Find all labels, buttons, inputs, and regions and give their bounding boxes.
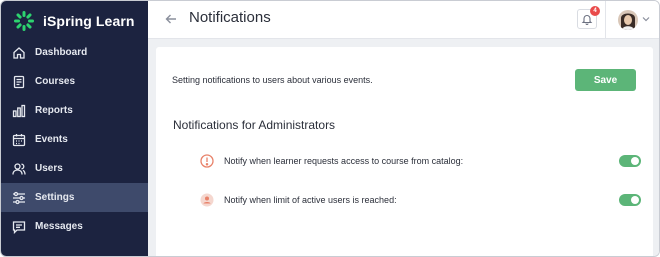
save-button[interactable]: Save	[575, 69, 636, 91]
page-title: Notifications	[189, 9, 271, 26]
user-avatar-image	[618, 10, 638, 30]
notification-label: Notify when limit of active users is rea…	[224, 195, 397, 205]
bar-chart-icon	[12, 104, 26, 118]
top-header: Notifications 4	[148, 1, 659, 39]
sidebar-item-events[interactable]: Events	[1, 125, 148, 154]
header-divider	[605, 1, 606, 39]
sliders-icon	[12, 191, 26, 205]
sidebar-item-reports[interactable]: Reports	[1, 96, 148, 125]
calendar-icon	[12, 133, 26, 147]
settings-card: Setting notifications to users about var…	[156, 47, 653, 256]
sidebar-item-settings[interactable]: Settings	[1, 183, 148, 212]
notification-count-badge: 4	[590, 6, 600, 16]
chevron-down-icon[interactable]	[642, 16, 650, 22]
main-content: Setting notifications to users about var…	[148, 39, 659, 256]
notifications-button[interactable]: 4	[577, 6, 600, 29]
sidebar-item-dashboard[interactable]: Dashboard	[1, 38, 148, 67]
toggle-knob	[631, 157, 639, 165]
app-window: iSpring Learn Dashboard Courses Reports	[0, 0, 660, 257]
sidebar-item-label: Dashboard	[35, 47, 88, 58]
page-description: Setting notifications to users about var…	[172, 75, 373, 85]
user-circle-icon	[200, 193, 214, 207]
users-icon	[12, 162, 26, 176]
arrow-left-icon[interactable]	[164, 12, 178, 26]
courses-icon	[12, 75, 26, 89]
sidebar-item-label: Courses	[35, 76, 76, 87]
brand[interactable]: iSpring Learn	[13, 10, 135, 32]
sidebar: iSpring Learn Dashboard Courses Reports	[1, 1, 148, 256]
exclamation-circle-icon	[200, 154, 214, 168]
notification-label: Notify when learner requests access to c…	[224, 156, 464, 166]
sidebar-item-users[interactable]: Users	[1, 154, 148, 183]
sidebar-item-label: Reports	[35, 105, 73, 116]
message-icon	[12, 220, 26, 234]
brand-name: iSpring Learn	[43, 13, 135, 29]
ispring-logo-icon	[14, 11, 34, 31]
sidebar-item-courses[interactable]: Courses	[1, 67, 148, 96]
home-icon	[12, 46, 26, 60]
notification-toggle-user-limit[interactable]	[619, 194, 641, 206]
sidebar-item-label: Messages	[35, 221, 83, 232]
section-title: Notifications for Administrators	[173, 118, 336, 132]
toggle-knob	[631, 196, 639, 204]
sidebar-nav: Dashboard Courses Reports Events Users S…	[1, 38, 148, 241]
sidebar-item-label: Users	[35, 163, 63, 174]
notification-row-user-limit: Notify when limit of active users is rea…	[200, 192, 641, 208]
avatar[interactable]	[618, 10, 638, 30]
notification-toggle-access-request[interactable]	[619, 155, 641, 167]
sidebar-item-label: Events	[35, 134, 68, 145]
notification-row-access-request: Notify when learner requests access to c…	[200, 153, 641, 169]
sidebar-item-messages[interactable]: Messages	[1, 212, 148, 241]
sidebar-item-label: Settings	[35, 192, 75, 203]
